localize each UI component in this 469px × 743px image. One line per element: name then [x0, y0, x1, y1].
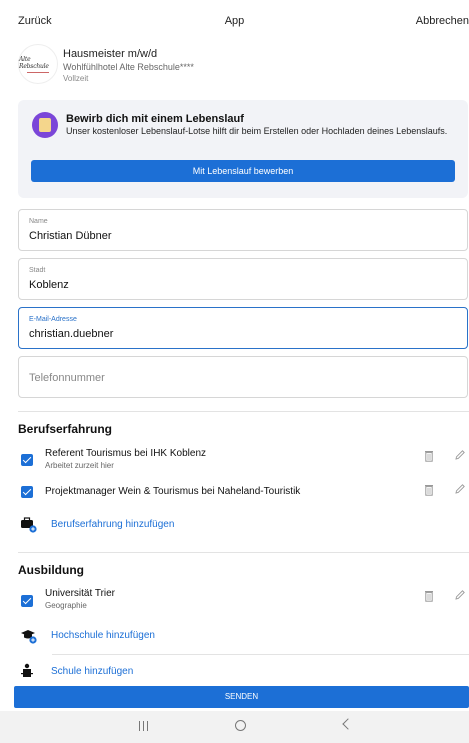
- resume-icon: [32, 112, 58, 138]
- company-logo: Alte Rebschule: [18, 44, 58, 84]
- experience-2-checkbox[interactable]: [21, 486, 33, 498]
- company-logo-text: Alte Rebschule: [19, 55, 49, 70]
- education-1-title: Universität Trier: [45, 588, 116, 599]
- trash-icon[interactable]: [424, 590, 434, 602]
- divider: [52, 654, 469, 655]
- name-value: Christian Dübner: [29, 230, 112, 242]
- email-value: christian.duebner: [29, 328, 114, 340]
- city-field[interactable]: Stadt Koblenz: [18, 258, 468, 300]
- graduation-cap-add-icon: [21, 630, 37, 644]
- experience-section-title: Berufserfahrung: [18, 422, 113, 436]
- name-field[interactable]: Name Christian Dübner: [18, 209, 468, 251]
- top-bar: Zurück App Abbrechen: [0, 0, 469, 36]
- city-label: Stadt: [29, 267, 46, 274]
- email-field[interactable]: E-Mail-Adresse christian.duebner: [18, 307, 468, 349]
- pencil-icon[interactable]: [454, 483, 466, 495]
- add-university-label: Hochschule hinzufügen: [51, 630, 155, 641]
- experience-2-title: Projektmanager Wein & Tourismus bei Nahe…: [45, 486, 301, 497]
- apply-with-cv-button[interactable]: Mit Lebenslauf bewerben: [31, 160, 455, 182]
- cancel-button[interactable]: Abbrechen: [416, 15, 469, 27]
- city-value: Koblenz: [29, 279, 69, 291]
- pencil-icon[interactable]: [454, 589, 466, 601]
- home-icon[interactable]: [235, 720, 246, 731]
- add-experience-label: Berufserfahrung hinzufügen: [51, 519, 175, 530]
- cv-promo-description: Unser kostenloser Lebenslauf-Lotse hilft…: [66, 126, 448, 136]
- experience-1-subtitle: Arbeitet zurzeit hier: [45, 461, 114, 470]
- phone-field[interactable]: Telefonnummer: [18, 356, 468, 398]
- education-1-checkbox[interactable]: [21, 595, 33, 607]
- job-company: Wohlfühlhotel Alte Rebschule****: [63, 62, 194, 72]
- trash-icon[interactable]: [424, 450, 434, 462]
- job-title: Hausmeister m/w/d: [63, 48, 158, 60]
- pencil-icon[interactable]: [454, 449, 466, 461]
- job-type: Vollzeit: [63, 74, 89, 83]
- cv-promo-card: Bewirb dich mit einem Lebenslauf Unser k…: [18, 100, 468, 198]
- app-title: App: [224, 15, 245, 27]
- recent-apps-icon[interactable]: [138, 721, 148, 731]
- trash-icon[interactable]: [424, 484, 434, 496]
- school-add-icon: [21, 663, 33, 677]
- cv-promo-title: Bewirb dich mit einem Lebenslauf: [66, 113, 244, 125]
- add-school-label: Schule hinzufügen: [51, 666, 134, 677]
- experience-1-checkbox[interactable]: [21, 454, 33, 466]
- divider: [18, 411, 469, 412]
- system-nav-bar: [0, 711, 469, 743]
- email-label: E-Mail-Adresse: [29, 316, 77, 323]
- education-1-subtitle: Geographie: [45, 601, 87, 610]
- phone-placeholder: Telefonnummer: [29, 372, 105, 384]
- divider: [18, 552, 469, 553]
- back-nav-icon[interactable]: [342, 718, 354, 730]
- name-label: Name: [29, 218, 48, 225]
- education-section-title: Ausbildung: [18, 563, 84, 577]
- job-header: Alte Rebschule Hausmeister m/w/d Wohlfüh…: [18, 44, 458, 94]
- send-button[interactable]: SENDEN: [14, 686, 469, 708]
- briefcase-add-icon: [21, 517, 37, 533]
- experience-1-title: Referent Tourismus bei IHK Koblenz: [45, 448, 207, 459]
